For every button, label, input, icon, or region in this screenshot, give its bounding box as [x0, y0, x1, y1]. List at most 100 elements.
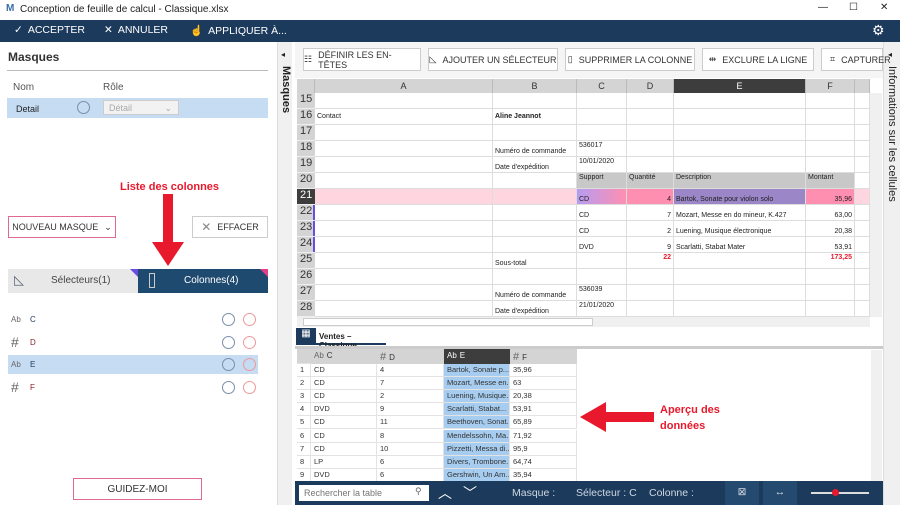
chevron-down-icon[interactable]: ﹀	[463, 483, 477, 503]
cancel-button[interactable]: ✕ ANNULER	[104, 24, 168, 36]
sheet-tab[interactable]: Ventes – Classique	[316, 328, 386, 350]
excel-icon[interactable]: ⊠	[725, 481, 759, 505]
preview-header-D[interactable]: # D	[377, 349, 444, 364]
cell-C20[interactable]: Support	[577, 173, 627, 189]
cell-B19[interactable]: Date d'expédition	[493, 157, 577, 173]
cell-B20[interactable]	[493, 173, 577, 189]
cell-empty[interactable]	[855, 221, 870, 237]
close-button[interactable]: ✕	[880, 2, 888, 13]
row-header-28[interactable]: 28	[297, 301, 315, 317]
row-header-27[interactable]: 27	[297, 285, 315, 301]
cell-D24[interactable]: 9	[627, 237, 674, 253]
cell-D21[interactable]: 4	[627, 189, 674, 205]
cell-C18[interactable]: 536017	[577, 141, 627, 157]
new-mask-button[interactable]: NOUVEAU MASQUE ⌄	[8, 216, 116, 238]
cell-empty[interactable]	[855, 93, 870, 109]
column-list-item[interactable]: Ab C	[8, 310, 258, 329]
guide-me-button[interactable]: GUIDEZ-MOI	[73, 478, 202, 500]
cell-F28[interactable]	[806, 301, 855, 317]
cell-D20[interactable]: Quantité	[627, 173, 674, 189]
cell-B24[interactable]	[493, 237, 577, 253]
cell-F23[interactable]: 20,38	[806, 221, 855, 237]
clear-button[interactable]: ✕ EFFACER	[192, 216, 268, 238]
column-header-A[interactable]: A	[315, 79, 493, 93]
cell-B25[interactable]: Sous-total	[493, 253, 577, 269]
cell-F17[interactable]	[806, 125, 855, 141]
cell-E23[interactable]: Luening, Musique électronique	[674, 221, 806, 237]
cell-C24[interactable]: DVD	[577, 237, 627, 253]
cell-empty[interactable]	[855, 285, 870, 301]
cell-F26[interactable]	[806, 269, 855, 285]
cell-C25[interactable]	[577, 253, 627, 269]
cell-F24[interactable]: 53,91	[806, 237, 855, 253]
cell-C27[interactable]: 536039	[577, 285, 627, 301]
cell-F27[interactable]	[806, 285, 855, 301]
cell-D28[interactable]	[627, 301, 674, 317]
cell-empty[interactable]	[855, 253, 870, 269]
row-header-17[interactable]: 17	[297, 125, 315, 141]
row-header-24[interactable]: 24	[297, 237, 315, 253]
column-list-item[interactable]: Ab E	[8, 355, 258, 374]
cell-E17[interactable]	[674, 125, 806, 141]
delete-icon[interactable]	[243, 380, 256, 394]
vertical-scrollbar[interactable]	[870, 93, 882, 317]
row-header-21[interactable]: 21	[297, 189, 315, 205]
row-header-23[interactable]: 23	[297, 221, 315, 237]
tab-columns[interactable]: Colonnes(4)	[138, 269, 268, 293]
masks-strip[interactable]: ◂ Masques	[277, 42, 292, 505]
cell-E27[interactable]	[674, 285, 806, 301]
search-icon[interactable]: ⚲	[415, 486, 422, 497]
preview-header-E[interactable]: Ab E	[444, 349, 510, 364]
cell-A25[interactable]	[315, 253, 493, 269]
cell-empty[interactable]	[855, 269, 870, 285]
cell-empty[interactable]	[855, 157, 870, 173]
cell-E19[interactable]	[674, 157, 806, 173]
delete-icon[interactable]	[243, 335, 256, 349]
cell-F21[interactable]: 35,96	[806, 189, 855, 205]
edit-icon[interactable]	[222, 380, 235, 394]
define-headers-button[interactable]: ☷ DÉFINIR LES EN-TÊTES	[303, 48, 421, 71]
preview-header-F[interactable]: # F	[510, 349, 577, 364]
cell-C23[interactable]: CD	[577, 221, 627, 237]
cell-D23[interactable]: 2	[627, 221, 674, 237]
cell-empty[interactable]	[855, 109, 870, 125]
row-header-16[interactable]: 16	[297, 109, 315, 125]
row-header-19[interactable]: 19	[297, 157, 315, 173]
preview-header-C[interactable]: Ab C	[311, 349, 377, 364]
row-header-15[interactable]: 15	[297, 93, 315, 109]
row-header-20[interactable]: 20	[297, 173, 315, 189]
cell-D17[interactable]	[627, 125, 674, 141]
delete-icon[interactable]	[243, 358, 256, 371]
edit-icon[interactable]	[222, 358, 235, 371]
delete-icon[interactable]	[243, 313, 256, 326]
cell-A20[interactable]	[315, 173, 493, 189]
cell-E21[interactable]: Bartok, Sonate pour violon solo	[674, 189, 806, 205]
column-header-D[interactable]: D	[627, 79, 674, 93]
cell-empty[interactable]	[855, 237, 870, 253]
column-list-item[interactable]: # D	[8, 333, 258, 352]
cell-E25[interactable]	[674, 253, 806, 269]
cell-A28[interactable]	[315, 301, 493, 317]
cell-D16[interactable]	[627, 109, 674, 125]
cell-D22[interactable]: 7	[627, 205, 674, 221]
cell-A15[interactable]	[315, 93, 493, 109]
preview-scrollbar[interactable]	[871, 350, 882, 481]
cell-B26[interactable]	[493, 269, 577, 285]
cell-E18[interactable]	[674, 141, 806, 157]
cell-C22[interactable]: CD	[577, 205, 627, 221]
cell-B17[interactable]	[493, 125, 577, 141]
cell-D15[interactable]	[627, 93, 674, 109]
minimize-button[interactable]: —	[818, 2, 828, 13]
cell-E15[interactable]	[674, 93, 806, 109]
collapse-icon[interactable]: ◂	[281, 50, 285, 59]
edit-icon[interactable]	[222, 313, 235, 326]
column-header-E[interactable]: E	[674, 79, 806, 93]
cell-E24[interactable]: Scarlatti, Stabat Mater	[674, 237, 806, 253]
row-header-22[interactable]: 22	[297, 205, 315, 221]
cell-A26[interactable]	[315, 269, 493, 285]
cell-F18[interactable]	[806, 141, 855, 157]
cell-B15[interactable]	[493, 93, 577, 109]
cell-F25[interactable]: 173,25	[806, 253, 855, 269]
search-table-input[interactable]	[299, 485, 429, 501]
cell-F20[interactable]: Montant	[806, 173, 855, 189]
